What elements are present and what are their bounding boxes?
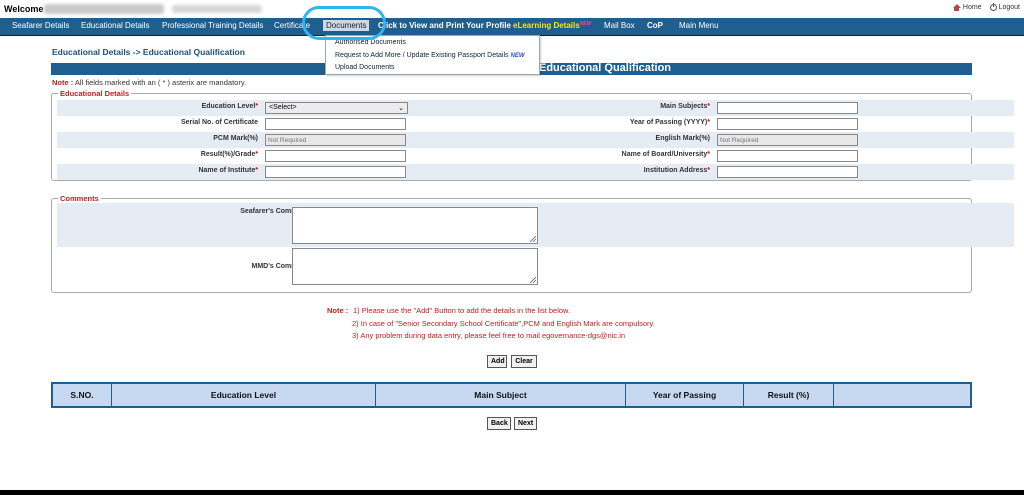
result-grade-label-text: Result(%)/Grade bbox=[200, 151, 256, 158]
chevron-down-icon: ⌄ bbox=[398, 105, 404, 112]
result-grade-label: Result(%)/Grade* bbox=[201, 151, 258, 158]
documents-dropdown-menu: Authorised Documents Request to Add More… bbox=[325, 35, 540, 75]
required-star: * bbox=[707, 103, 710, 110]
note-prefix: Note : bbox=[52, 78, 74, 87]
page: Welcome Home Logout Seafarer Details Edu… bbox=[0, 0, 1024, 490]
required-star: * bbox=[255, 167, 258, 174]
pcm-mark-label: PCM Mark(%) bbox=[213, 135, 258, 142]
breadcrumb: Educational Details -> Educational Quali… bbox=[52, 47, 245, 57]
institution-address-label-text: Institution Address bbox=[643, 167, 708, 174]
nav-view-print-profile[interactable]: Click to View and Print Your Profile bbox=[378, 21, 511, 30]
educational-details-legend: Educational Details bbox=[58, 89, 132, 98]
english-mark-input[interactable] bbox=[717, 134, 858, 146]
education-level-label: Education Level* bbox=[202, 103, 258, 110]
nav-professional-training[interactable]: Professional Training Details bbox=[162, 21, 263, 30]
nav-main-menu[interactable]: Main Menu bbox=[679, 21, 719, 30]
instruction-line: 2) In case of "Senior Secondary School C… bbox=[352, 319, 655, 328]
new-badge: NEW bbox=[510, 53, 525, 59]
english-mark-label: English Mark(%) bbox=[655, 135, 710, 142]
add-button[interactable]: Add bbox=[487, 355, 507, 368]
education-level-label-text: Education Level bbox=[201, 103, 256, 110]
column-header-result: Result (%) bbox=[744, 384, 834, 406]
column-header-education-level: Education Level bbox=[112, 384, 376, 406]
form-row bbox=[57, 100, 1014, 116]
column-header-action bbox=[834, 384, 970, 406]
next-button[interactable]: Next bbox=[514, 417, 537, 430]
result-grade-input[interactable] bbox=[265, 150, 406, 162]
instruction-line: 3) Any problem during data entry, please… bbox=[352, 331, 626, 340]
required-star: * bbox=[707, 167, 710, 174]
educational-details-section: Educational Details Education Level* <Se… bbox=[51, 89, 1014, 181]
column-header-main-subject: Main Subject bbox=[376, 384, 626, 406]
seafarer-comment-textarea[interactable] bbox=[292, 207, 538, 244]
top-links: Home Logout bbox=[952, 3, 1020, 11]
new-tag: NEW bbox=[579, 21, 592, 27]
nav-seafarer-details[interactable]: Seafarer Details bbox=[12, 21, 69, 30]
main-subjects-input[interactable] bbox=[717, 102, 858, 114]
main-subjects-label: Main Subjects* bbox=[660, 103, 710, 110]
menu-item-passport-label: Request to Add More / Update Existing Pa… bbox=[335, 52, 509, 59]
menu-item-passport-details[interactable]: Request to Add More / Update Existing Pa… bbox=[335, 52, 525, 59]
redacted-user-id bbox=[172, 5, 262, 13]
mandatory-note: Note : All fields marked with an ( * ) a… bbox=[52, 78, 246, 87]
board-university-input[interactable] bbox=[717, 150, 858, 162]
power-icon bbox=[989, 3, 997, 11]
nav-elearning-label: eLearning Details bbox=[513, 21, 580, 30]
top-bar: Welcome Home Logout bbox=[0, 0, 1024, 18]
board-university-label: Name of Board/University* bbox=[622, 151, 710, 158]
welcome-text: Welcome bbox=[4, 4, 44, 14]
institution-address-label: Institution Address* bbox=[644, 167, 710, 174]
nav-educational-details[interactable]: Educational Details bbox=[81, 21, 149, 30]
home-icon bbox=[952, 4, 961, 11]
form-row bbox=[57, 132, 1014, 148]
year-of-passing-label: Year of Passing (YYYY)* bbox=[630, 119, 710, 126]
comments-legend: Comments bbox=[58, 194, 101, 203]
instructions-prefix: Note : bbox=[327, 306, 349, 315]
highlight-annotation bbox=[302, 6, 386, 40]
note-text: All fields marked with an ( * ) asterix … bbox=[73, 78, 247, 87]
home-link[interactable]: Home bbox=[952, 4, 982, 11]
back-button[interactable]: Back bbox=[487, 417, 511, 430]
education-level-select[interactable]: <Select> ⌄ bbox=[265, 102, 408, 114]
pcm-mark-input[interactable] bbox=[265, 134, 406, 146]
resize-grip-icon[interactable] bbox=[530, 277, 536, 283]
clear-button[interactable]: Clear bbox=[511, 355, 537, 368]
required-star: * bbox=[255, 103, 258, 110]
education-level-value: <Select> bbox=[269, 104, 297, 111]
column-header-sno: S.NO. bbox=[53, 384, 112, 406]
institute-name-label: Name of Institute* bbox=[198, 167, 258, 174]
main-subjects-label-text: Main Subjects bbox=[660, 103, 708, 110]
year-of-passing-label-text: Year of Passing (YYYY) bbox=[629, 119, 708, 126]
required-star: * bbox=[255, 151, 258, 158]
board-university-label-text: Name of Board/University bbox=[621, 151, 708, 158]
instruction-line: 1) Please use the "Add" Button to add th… bbox=[353, 306, 571, 315]
logout-link[interactable]: Logout bbox=[989, 3, 1020, 11]
resize-grip-icon[interactable] bbox=[530, 236, 536, 242]
main-nav: Seafarer Details Educational Details Pro… bbox=[0, 18, 1024, 36]
page-title: Educational Qualification bbox=[539, 62, 672, 74]
required-star: * bbox=[707, 119, 710, 126]
menu-item-authorised-documents[interactable]: Authorised Documents bbox=[335, 39, 406, 46]
nav-cop[interactable]: CoP bbox=[647, 21, 663, 30]
redacted-user-name bbox=[44, 4, 164, 14]
serial-no-input[interactable] bbox=[265, 118, 406, 130]
column-header-year-of-passing: Year of Passing bbox=[626, 384, 744, 406]
institute-name-label-text: Name of Institute bbox=[198, 167, 256, 174]
nav-mail-box[interactable]: Mail Box bbox=[604, 21, 635, 30]
home-link-label: Home bbox=[962, 4, 982, 11]
education-list-table: S.NO. Education Level Main Subject Year … bbox=[51, 382, 972, 408]
institution-address-input[interactable] bbox=[717, 166, 858, 178]
logout-link-label: Logout bbox=[998, 4, 1020, 11]
required-star: * bbox=[707, 151, 710, 158]
nav-elearning-details[interactable]: eLearning DetailsNEW bbox=[513, 21, 591, 30]
comments-section: Comments Seafarer's Comment MMD's Commen… bbox=[51, 194, 1014, 293]
mmd-comment-textarea[interactable] bbox=[292, 248, 538, 285]
year-of-passing-input[interactable] bbox=[717, 118, 858, 130]
serial-no-label: Serial No. of Certificate bbox=[180, 119, 258, 126]
institute-name-input[interactable] bbox=[265, 166, 406, 178]
menu-item-upload-documents[interactable]: Upload Documents bbox=[335, 64, 395, 71]
